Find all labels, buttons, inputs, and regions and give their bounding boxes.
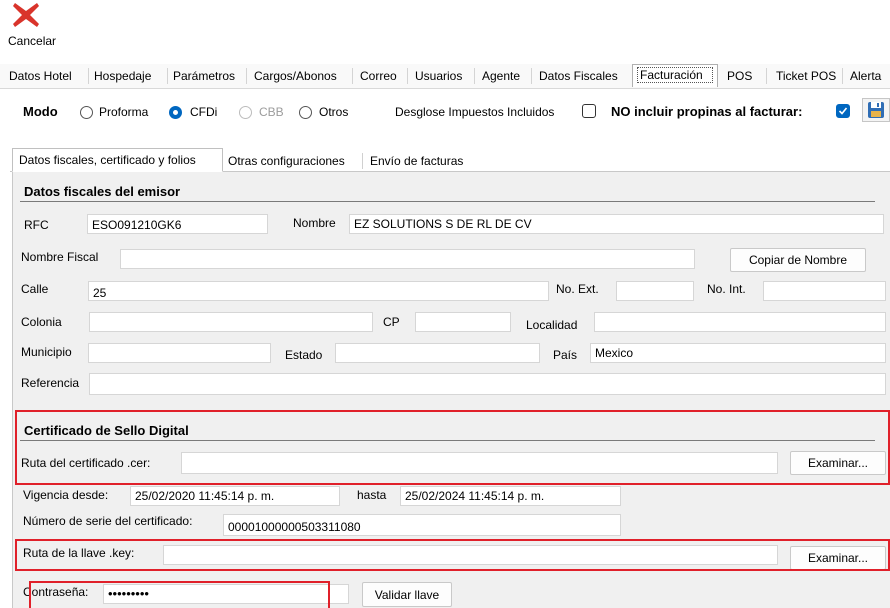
tab-alerta[interactable]: Alerta xyxy=(850,66,890,86)
subtab-datos-fiscales-label: Datos fiscales, certificado y folios xyxy=(19,153,196,167)
noext-label: No. Ext. xyxy=(556,282,599,296)
desglose-checkbox[interactable] xyxy=(582,104,596,118)
nombre-fiscal-input[interactable] xyxy=(120,249,695,269)
desglose-label: Desglose Impuestos Incluidos xyxy=(395,105,555,119)
tab-hospedaje[interactable]: Hospedaje xyxy=(94,66,151,86)
pais-label: País xyxy=(553,348,578,362)
tab-facturacion-active[interactable]: Facturación xyxy=(632,64,718,87)
vigencia-hasta-input[interactable]: 25/02/2024 11:45:14 p. m. xyxy=(400,486,621,506)
radio-otros[interactable] xyxy=(299,106,312,119)
radio-proforma-label: Proforma xyxy=(99,105,149,119)
copiar-nombre-button[interactable]: Copiar de Nombre xyxy=(730,248,866,272)
no-propinas-label: NO incluir propinas al facturar: xyxy=(611,104,803,119)
no-propinas-checkbox[interactable] xyxy=(836,104,850,118)
save-button[interactable] xyxy=(862,98,890,122)
tab-parametros[interactable]: Parámetros xyxy=(173,66,235,86)
highlight-certificado xyxy=(15,410,890,485)
highlight-ruta-key xyxy=(15,539,890,571)
nombre-fiscal-label: Nombre Fiscal xyxy=(21,250,99,264)
radio-cbb-label: CBB xyxy=(259,105,284,119)
rfc-input[interactable]: ESO091210GK6 xyxy=(87,214,268,234)
colonia-label: Colonia xyxy=(21,315,62,329)
serie-input[interactable]: 00001000000503311080 xyxy=(223,514,621,536)
estado-label: Estado xyxy=(285,348,323,362)
save-icon xyxy=(868,102,884,118)
radio-otros-label: Otros xyxy=(319,105,349,119)
subtab-envio-facturas[interactable]: Envío de facturas xyxy=(370,151,463,171)
rfc-label: RFC xyxy=(24,218,49,232)
radio-cfdi[interactable] xyxy=(169,106,182,119)
cp-label: CP xyxy=(383,315,400,329)
tab-cargos-abonos[interactable]: Cargos/Abonos xyxy=(254,66,337,86)
nombre-label: Nombre xyxy=(293,216,336,230)
municipio-label: Municipio xyxy=(21,345,72,359)
calle-label: Calle xyxy=(21,282,49,296)
tab-ticket-pos[interactable]: Ticket POS xyxy=(776,66,836,86)
tab-agente[interactable]: Agente xyxy=(482,66,520,86)
cancel-button[interactable]: Cancelar xyxy=(6,0,66,50)
referencia-input[interactable] xyxy=(89,373,886,395)
vigencia-desde-input[interactable]: 25/02/2020 11:45:14 p. m. xyxy=(130,486,340,506)
subtab-otras-configuraciones[interactable]: Otras configuraciones xyxy=(228,151,345,171)
tab-correo[interactable]: Correo xyxy=(360,66,397,86)
estado-input[interactable] xyxy=(335,343,540,363)
tab-facturacion-label: Facturación xyxy=(640,68,703,82)
noext-input[interactable] xyxy=(616,281,694,301)
colonia-input[interactable] xyxy=(89,312,373,332)
pais-input[interactable]: Mexico xyxy=(590,343,886,363)
tab-datos-hotel[interactable]: Datos Hotel xyxy=(9,66,72,86)
highlight-password xyxy=(29,581,330,608)
hasta-label: hasta xyxy=(357,488,387,502)
localidad-label: Localidad xyxy=(526,318,578,332)
serie-label: Número de serie del certificado: xyxy=(23,514,193,528)
radio-cfdi-label: CFDi xyxy=(190,105,218,119)
tab-datos-fiscales[interactable]: Datos Fiscales xyxy=(539,66,618,86)
noint-label: No. Int. xyxy=(707,282,746,296)
municipio-input[interactable] xyxy=(88,343,271,363)
validar-llave-button[interactable]: Validar llave xyxy=(362,582,452,607)
emisor-section-title: Datos fiscales del emisor xyxy=(24,184,181,199)
cancel-label: Cancelar xyxy=(8,34,57,48)
noint-input[interactable] xyxy=(763,281,886,301)
vigencia-label: Vigencia desde: xyxy=(23,488,109,502)
referencia-label: Referencia xyxy=(21,376,80,390)
subtab-datos-fiscales-active[interactable]: Datos fiscales, certificado y folios xyxy=(12,148,223,172)
tab-pos[interactable]: POS xyxy=(727,66,752,86)
mode-label: Modo xyxy=(23,104,58,119)
cp-input[interactable] xyxy=(415,312,511,332)
localidad-input[interactable] xyxy=(594,312,886,332)
nombre-input[interactable]: EZ SOLUTIONS S DE RL DE CV xyxy=(349,214,884,234)
calle-input[interactable]: 25 xyxy=(88,281,549,301)
radio-proforma[interactable] xyxy=(80,106,93,119)
checkmark-icon xyxy=(838,107,848,115)
close-icon xyxy=(13,3,39,27)
radio-cbb[interactable] xyxy=(239,106,252,119)
tab-usuarios[interactable]: Usuarios xyxy=(415,66,462,86)
